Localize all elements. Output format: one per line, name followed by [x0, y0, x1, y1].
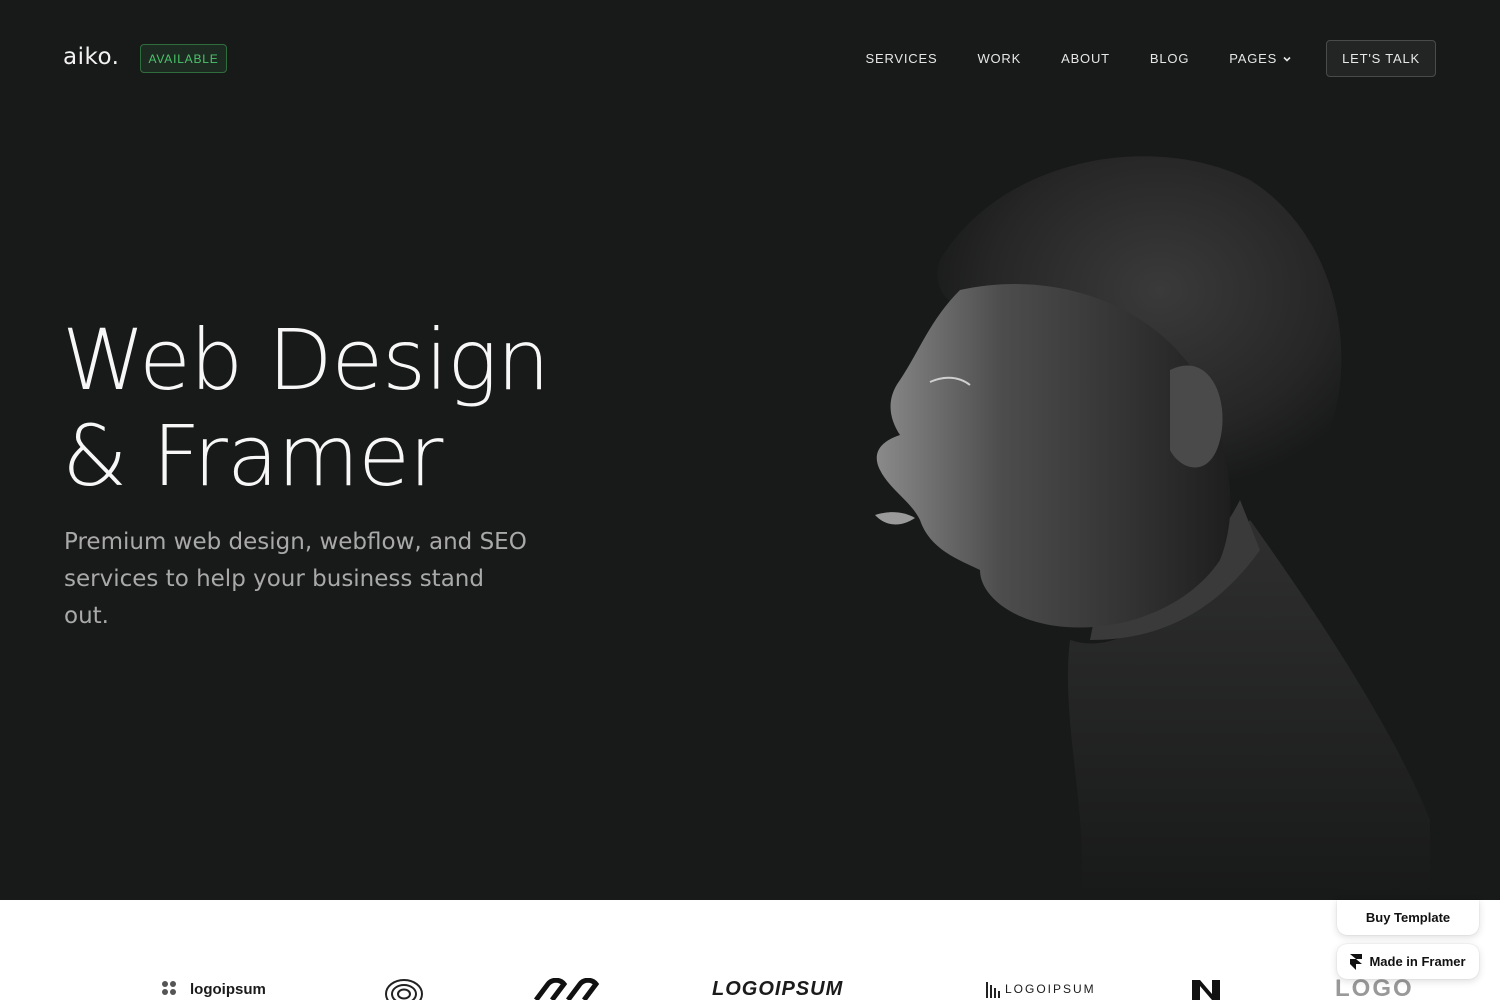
- client-logo-text: LOGOIPSUM: [712, 977, 844, 1000]
- nav-item-blog[interactable]: BLOG: [1150, 51, 1189, 66]
- hero-section: aiko. AVAILABLE SERVICES WORK ABOUT BLOG…: [0, 0, 1500, 900]
- made-in-framer-button[interactable]: Made in Framer: [1337, 944, 1479, 979]
- client-logo-1: logoipsum: [160, 978, 266, 1000]
- framer-icon: [1350, 953, 1363, 970]
- hero-subheadline: Premium web design, webflow, and SEO ser…: [64, 529, 527, 629]
- spiral-logo-icon: [385, 979, 423, 1000]
- headline-line-2: & Framer: [62, 407, 443, 505]
- client-logo-3: [534, 978, 600, 1000]
- nav-item-label: PAGES: [1229, 51, 1278, 66]
- client-logo-6: [1190, 978, 1222, 1000]
- hero-portrait-image: [875, 156, 1430, 900]
- nav-item-services[interactable]: SERVICES: [866, 51, 938, 66]
- headline-line-1: Web Design: [62, 311, 550, 409]
- availability-badge: AVAILABLE: [140, 44, 227, 73]
- nav-item-label: ABOUT: [1061, 51, 1110, 66]
- main-nav: SERVICES WORK ABOUT BLOG PAGES LET'S TAL…: [866, 40, 1436, 77]
- links-logo-icon: [534, 978, 600, 1000]
- nav-item-work[interactable]: WORK: [977, 51, 1021, 66]
- client-logo-text: LOGOIPSUM: [1005, 982, 1096, 996]
- buy-template-button[interactable]: Buy Template: [1337, 900, 1479, 935]
- client-logo-text: logoipsum: [190, 980, 266, 998]
- nav-item-pages[interactable]: PAGES: [1229, 51, 1291, 66]
- n-logo-icon: [1192, 980, 1220, 1000]
- client-logo-4: LOGOIPSUM: [712, 978, 843, 1000]
- logo-mark-icon: [162, 981, 176, 995]
- nav-item-label: BLOG: [1149, 51, 1190, 66]
- made-in-framer-label: Made in Framer: [1369, 954, 1466, 969]
- client-logo-5: LOGOIPSUM: [985, 978, 1096, 1000]
- nav-item-about[interactable]: ABOUT: [1061, 51, 1110, 66]
- lets-talk-button[interactable]: LET'S TALK: [1326, 40, 1436, 77]
- chevron-down-icon: [1283, 56, 1291, 62]
- nav-item-label: SERVICES: [865, 51, 938, 66]
- client-logo-2: [384, 978, 424, 1000]
- buy-template-label: Buy Template: [1365, 910, 1451, 925]
- nav-item-label: WORK: [977, 51, 1022, 66]
- brand-logo[interactable]: aiko.: [63, 44, 119, 70]
- client-logo-7: LOGO: [1335, 975, 1414, 1000]
- bars-logo-icon: [986, 982, 1000, 998]
- hero-headline: Web Design & Framer: [62, 311, 550, 505]
